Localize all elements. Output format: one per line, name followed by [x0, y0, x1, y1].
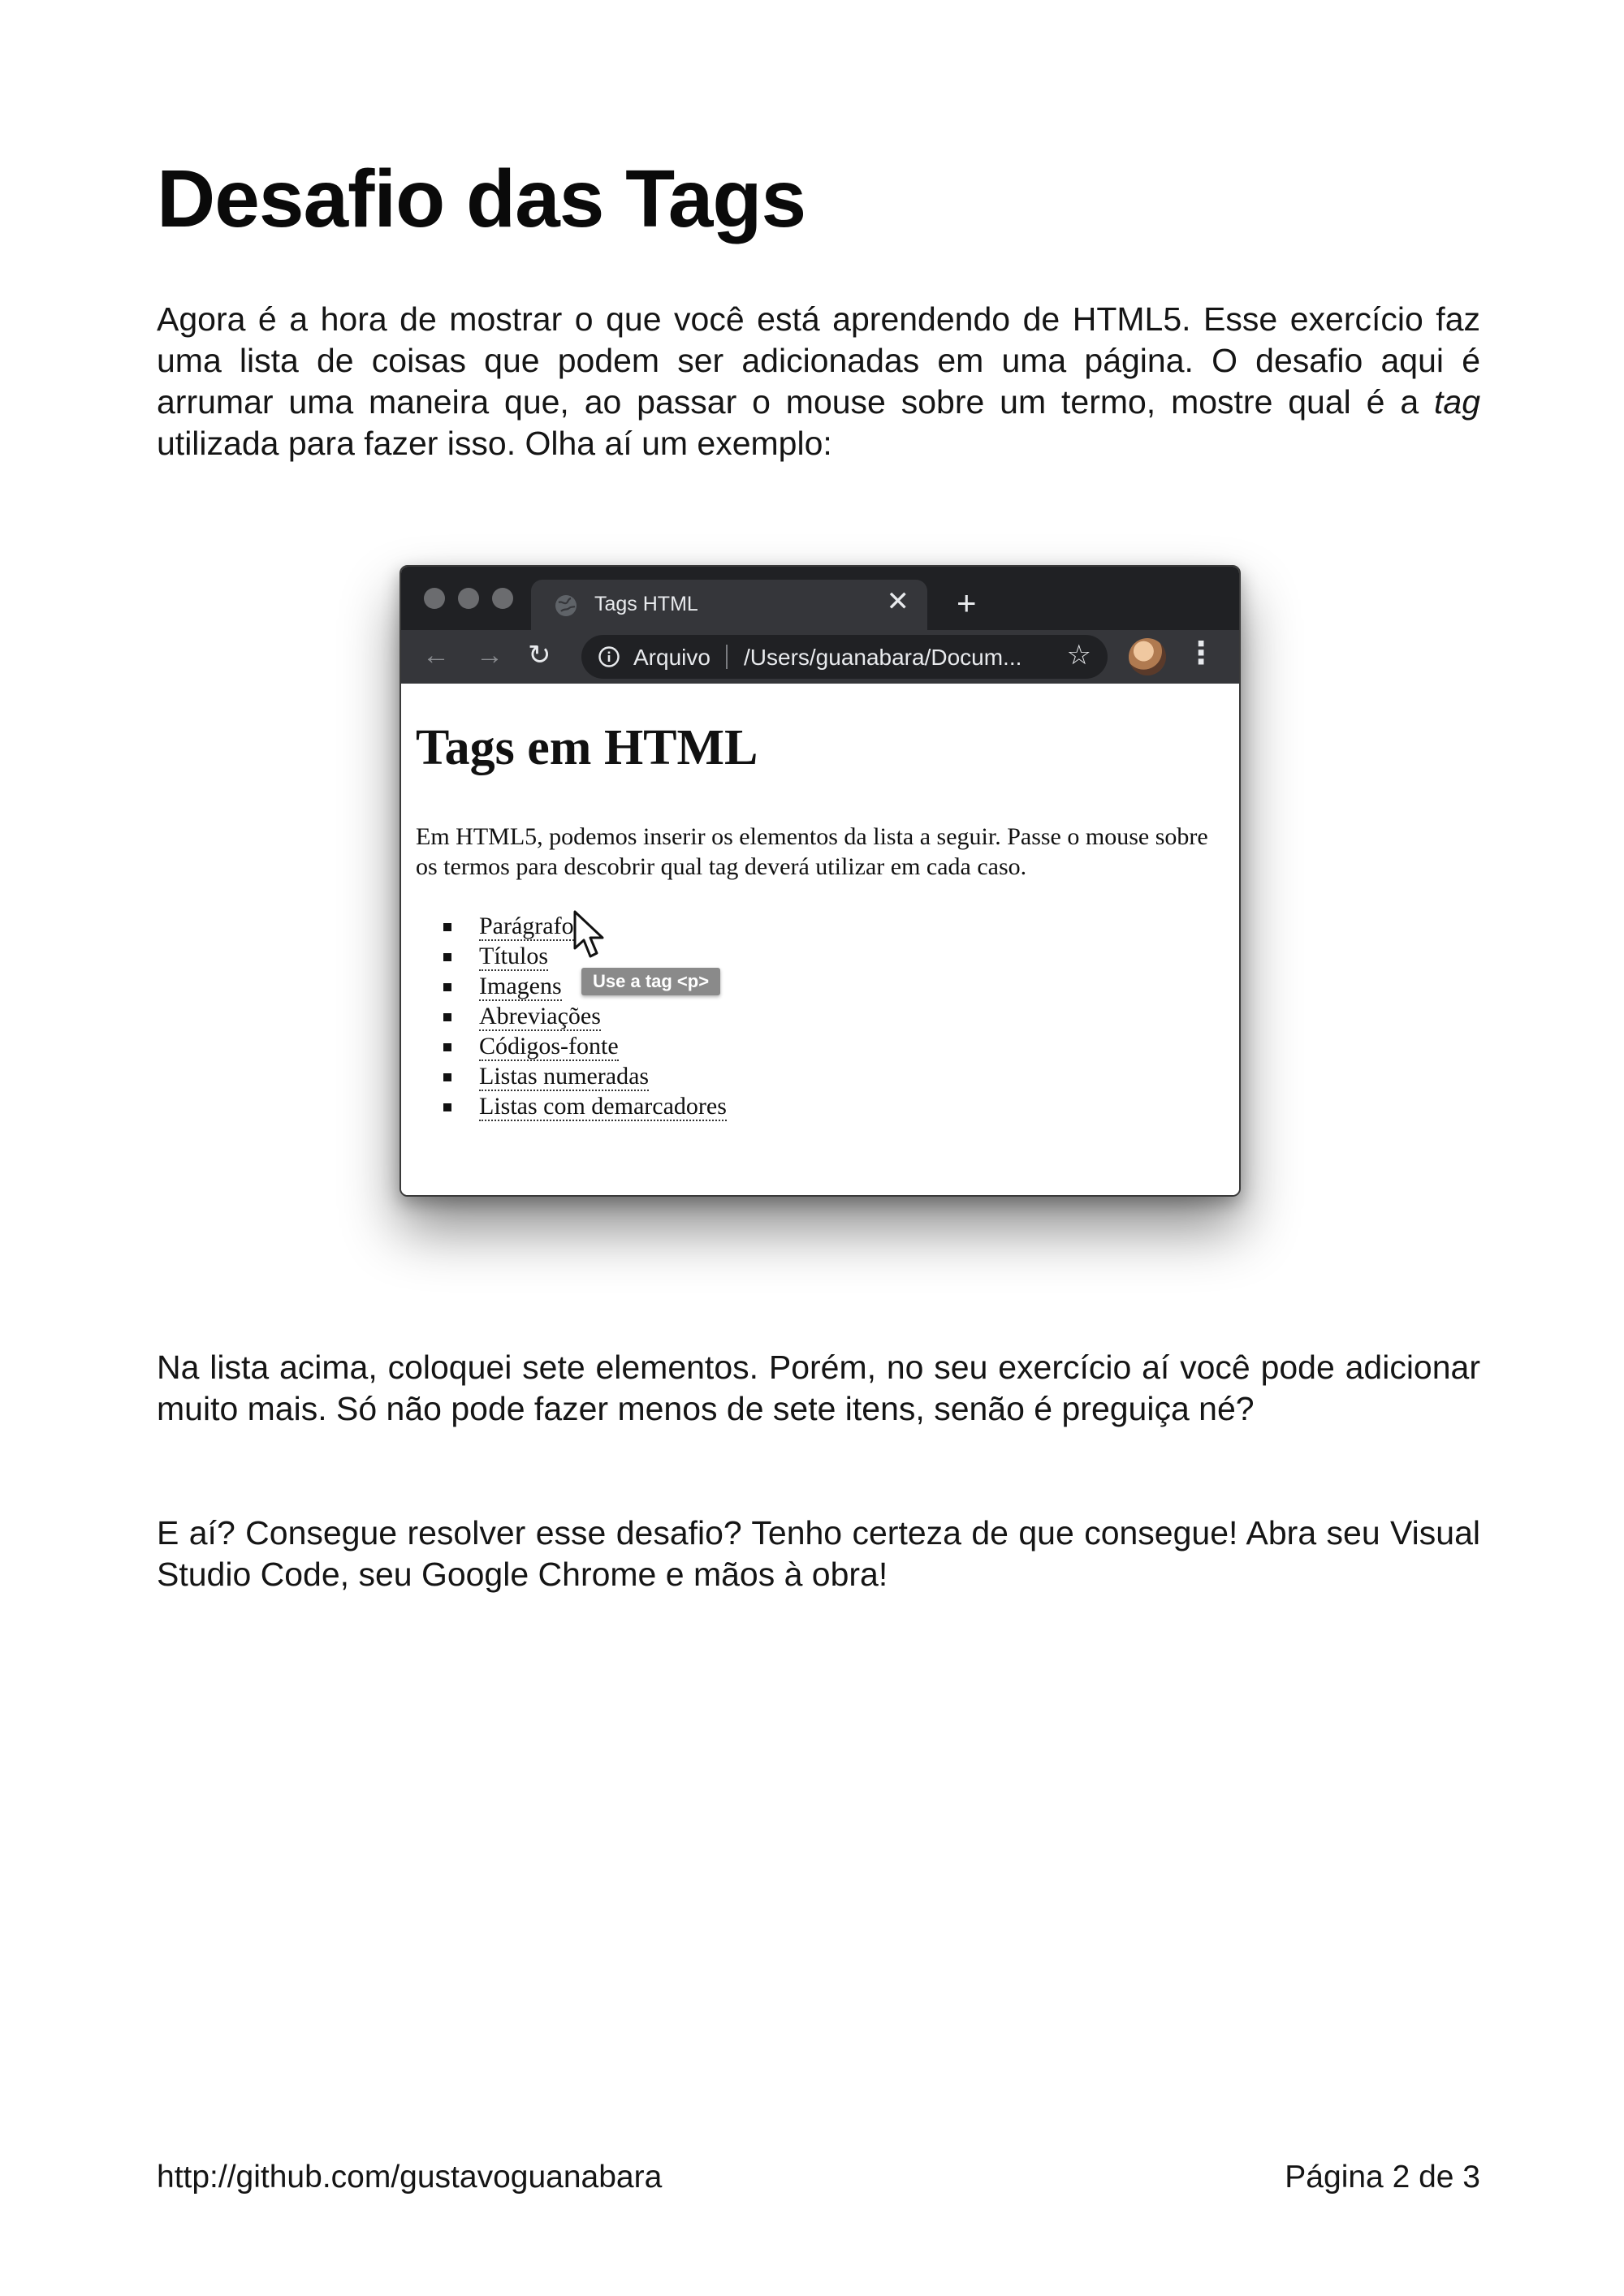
more-vert-icon: ⋮ — [1186, 637, 1216, 671]
avatar — [1129, 638, 1166, 675]
back-arrow-icon: ← — [422, 640, 450, 671]
footer-page-number: Página 2 de 3 — [1285, 2160, 1480, 2195]
list-item-label: Imagens — [479, 973, 562, 1001]
browser-screenshot: Tags HTML ✕ + ← → ↻ Arquivo /Users/guana… — [400, 565, 1241, 1197]
list-item-label: Parágrafos — [479, 913, 584, 941]
tab-title: Tags HTML — [594, 593, 698, 615]
browser-tab-bar: Tags HTML ✕ + — [401, 567, 1239, 632]
intro-paragraph: Agora é a hora de mostrar o que você est… — [157, 299, 1480, 464]
star-icon: ☆ — [1066, 640, 1091, 671]
url-text: /Users/guanabara/Docum... — [744, 645, 1022, 670]
site-info-label: Arquivo — [633, 645, 710, 670]
window-zoom-dot — [492, 588, 513, 609]
footer-github-link[interactable]: http://github.com/gustavoguanabara — [157, 2160, 662, 2195]
body-paragraph-3: E aí? Consegue resolver esse desafio? Te… — [157, 1514, 1480, 1593]
list-item: Listas com demarcadores — [442, 1091, 727, 1121]
close-icon: ✕ — [886, 586, 910, 617]
list-item-label: Títulos — [479, 943, 549, 971]
url-separator — [726, 645, 728, 669]
browser-tab: Tags HTML ✕ — [531, 580, 927, 632]
globe-icon — [555, 595, 577, 616]
mouse-cursor-icon — [573, 910, 604, 958]
address-bar: Arquivo /Users/guanabara/Docum... ☆ — [581, 635, 1108, 679]
intro-text-start: Agora é a hora de mostrar o que você est… — [157, 300, 1480, 421]
browser-toolbar: ← → ↻ Arquivo /Users/guanabara/Docum... … — [401, 630, 1239, 684]
list-item-label: Listas numeradas — [479, 1063, 650, 1091]
intro-text-end: utilizada para fazer isso. Olha aí um ex… — [157, 425, 832, 462]
list-item: Códigos-fonte — [442, 1031, 727, 1061]
window-minimize-dot — [458, 588, 479, 609]
forward-arrow-icon: → — [476, 640, 503, 671]
inner-page-paragraph: Em HTML5, podemos inserir os elementos d… — [416, 823, 1208, 880]
list-item-label: Abreviações — [479, 1003, 601, 1031]
plus-icon: + — [957, 584, 977, 622]
window-close-dot — [424, 588, 445, 609]
tag-tooltip: Use a tag <p> — [581, 968, 721, 995]
list-item: Listas numeradas — [442, 1061, 727, 1091]
browser-content: Tags em HTML Em HTML5, podemos inserir o… — [401, 684, 1239, 1195]
body-paragraph-2: Na lista acima, coloquei sete elementos.… — [157, 1349, 1480, 1427]
list-item: Abreviações — [442, 1001, 727, 1031]
page-title: Desafio das Tags — [157, 153, 806, 244]
list-item-label: Listas com demarcadores — [479, 1093, 727, 1121]
intro-tag-word: tag — [1434, 383, 1480, 421]
info-icon — [598, 646, 620, 667]
list-item-label: Códigos-fonte — [479, 1033, 619, 1061]
reload-icon: ↻ — [528, 640, 551, 671]
inner-page-heading: Tags em HTML — [416, 720, 758, 775]
